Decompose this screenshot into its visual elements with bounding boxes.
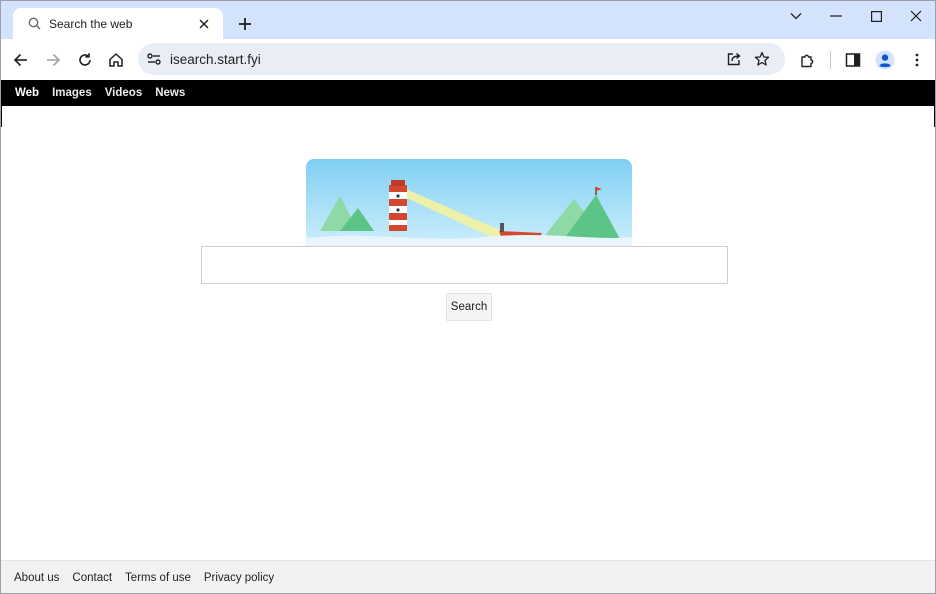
chevron-down-icon[interactable] — [776, 4, 816, 28]
maximize-icon[interactable] — [856, 4, 896, 28]
nav-item-web[interactable]: Web — [15, 87, 39, 99]
footer-link-contact[interactable]: Contact — [72, 572, 112, 584]
address-bar[interactable]: isearch.start.fyi — [138, 43, 785, 75]
top-nav: Web Images Videos News — [1, 80, 935, 106]
extensions-icon[interactable] — [793, 46, 821, 74]
nav-item-images[interactable]: Images — [52, 87, 92, 99]
minimize-icon[interactable] — [816, 4, 856, 28]
nav-item-videos[interactable]: Videos — [105, 87, 143, 99]
tab-strip: Search the web — [1, 1, 935, 39]
browser-window: Search the web isearch.start.fyi Web Ima… — [0, 0, 936, 594]
footer-link-terms-of-use[interactable]: Terms of use — [125, 572, 191, 584]
star-icon[interactable] — [748, 45, 776, 73]
site-info-icon[interactable] — [140, 45, 168, 73]
browser-toolbar: isearch.start.fyi — [1, 39, 935, 80]
search-button[interactable]: Search — [446, 293, 492, 321]
search-input[interactable] — [201, 246, 728, 284]
search-icon — [27, 17, 41, 31]
tab-title: Search the web — [49, 16, 133, 31]
footer-link-privacy-policy[interactable]: Privacy policy — [204, 572, 274, 584]
reload-icon[interactable] — [71, 46, 99, 74]
toolbar-divider — [830, 51, 831, 69]
url-text: isearch.start.fyi — [170, 51, 261, 67]
hero-illustration — [306, 159, 632, 246]
close-icon[interactable] — [896, 4, 935, 28]
profile-icon[interactable] — [871, 46, 899, 74]
more-menu-icon[interactable] — [903, 46, 931, 74]
close-tab-icon[interactable] — [195, 15, 213, 33]
side-panel-icon[interactable] — [839, 46, 867, 74]
page-edge-left — [1, 106, 2, 127]
footer-link-about-us[interactable]: About us — [14, 572, 59, 584]
forward-arrow-icon[interactable] — [39, 46, 67, 74]
page-content: Web Images Videos News Search About us C… — [1, 80, 935, 593]
share-icon[interactable] — [720, 45, 748, 73]
home-icon[interactable] — [102, 46, 130, 74]
page-edge-right — [934, 106, 935, 127]
page-footer: About us Contact Terms of use Privacy po… — [1, 560, 935, 593]
tab-search-the-web[interactable]: Search the web — [13, 8, 223, 39]
plus-icon[interactable] — [233, 12, 257, 36]
nav-item-news[interactable]: News — [155, 87, 185, 99]
back-arrow-icon[interactable] — [7, 46, 35, 74]
